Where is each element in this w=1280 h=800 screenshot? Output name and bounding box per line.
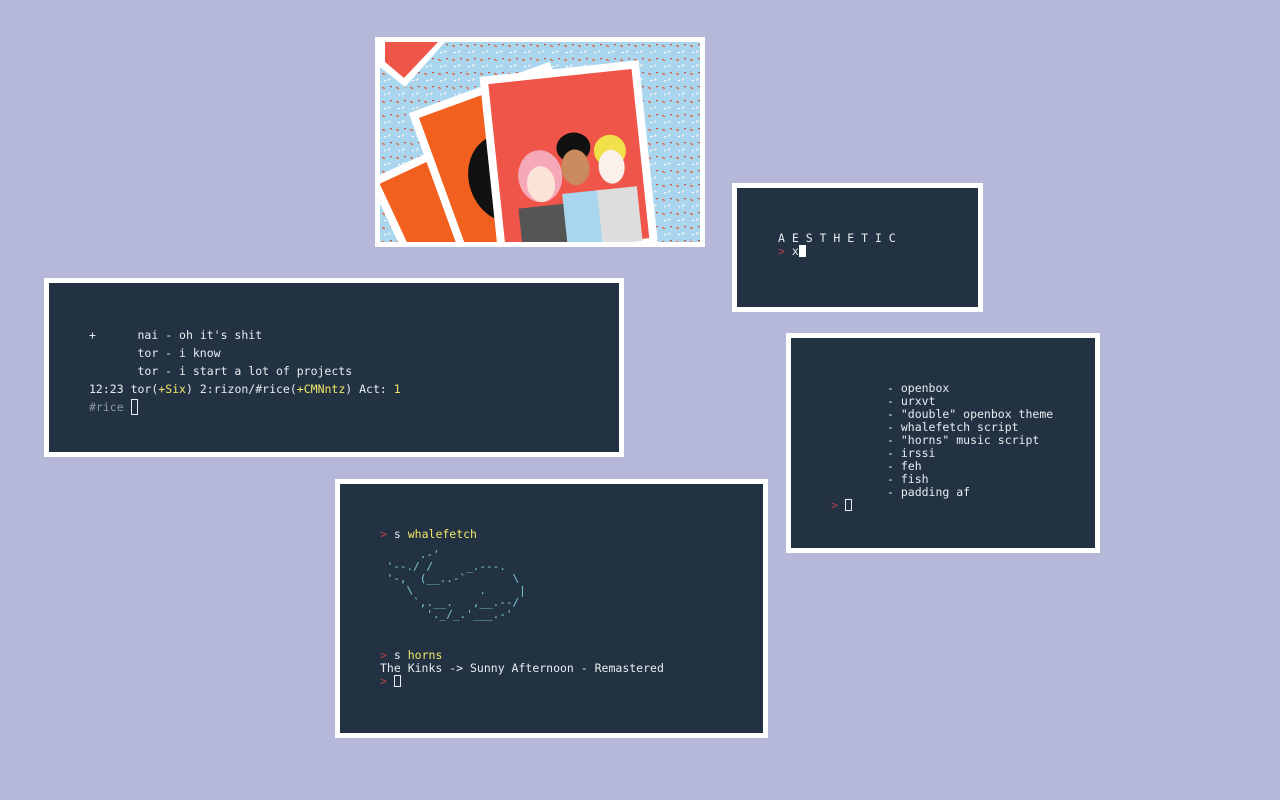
polaroid-illustration-icon <box>380 42 700 242</box>
prompt-symbol: > <box>778 244 785 258</box>
terminal-cursor <box>393 675 401 687</box>
irc-message: tor - i start a lot of projects <box>137 364 353 378</box>
setup-list: - openbox - urxvt - "double" openbox the… <box>831 382 1095 499</box>
status-act-label: Act: <box>359 382 387 396</box>
irc-nick: tor <box>137 364 159 378</box>
command-prefix: s <box>393 648 401 662</box>
irc-status-bar: 12:23 tor(+Six) 2:rizon/#rice(+CMNntz) A… <box>89 382 401 396</box>
prompt-symbol: > <box>380 674 387 688</box>
command-name: horns <box>407 648 443 662</box>
main-prompt-line[interactable]: > <box>380 675 763 688</box>
terminal-cursor <box>798 245 806 257</box>
command-prefix: s <box>393 527 401 541</box>
whale-ascii-art: .-' '--./ / _.---. '-, (__..-` \ \ . | `… <box>386 548 526 621</box>
terminal-cursor <box>844 499 852 511</box>
prompt-input[interactable]: x <box>792 244 799 258</box>
setup-list-terminal-window[interactable]: - openbox - urxvt - "double" openbox the… <box>786 333 1100 553</box>
irc-text: oh it's shit <box>179 328 263 342</box>
list-item: - feh <box>887 459 922 473</box>
aesthetic-terminal-window[interactable]: A E S T H E T I C > x <box>732 183 983 312</box>
list-item: - padding af <box>887 485 971 499</box>
irc-marker: + <box>89 328 96 342</box>
irc-text: i know <box>179 346 221 360</box>
list-item: - "horns" music script <box>887 433 1040 447</box>
irc-message: + nai - oh it's shit <box>89 328 263 342</box>
irc-input-line[interactable]: #rice <box>89 398 619 416</box>
prompt-symbol: > <box>380 648 387 662</box>
status-mode: +Six <box>158 382 186 396</box>
status-time: 12:23 <box>89 382 124 396</box>
terminal-cursor <box>130 399 138 415</box>
status-chanmode: +CMNntz <box>296 382 346 396</box>
command-name: whalefetch <box>407 527 477 541</box>
aesthetic-prompt-line[interactable]: > x <box>778 245 978 258</box>
prompt-symbol: > <box>380 527 387 541</box>
now-playing-text: The Kinks -> Sunny Afternoon - Remastere… <box>380 661 664 675</box>
list-prompt-line[interactable]: > <box>831 499 1095 512</box>
command-line: > s whalefetch <box>380 528 763 541</box>
wallpaper-artwork <box>375 37 705 247</box>
list-item: - openbox <box>887 381 950 395</box>
irc-nick: tor <box>137 346 159 360</box>
input-channel: #rice <box>89 400 124 414</box>
irc-nick: nai <box>137 328 159 342</box>
status-window: 2:rizon/#rice <box>199 382 290 396</box>
status-nick: tor <box>130 382 152 396</box>
whalefetch-terminal-window[interactable]: > s whalefetch .-' '--./ / _.---. '-, (_… <box>335 479 768 738</box>
list-item: - irssi <box>887 446 936 460</box>
irc-text: i start a lot of projects <box>179 364 353 378</box>
aesthetic-title: A E S T H E T I C <box>778 231 896 245</box>
status-act-value: 1 <box>393 382 401 396</box>
irc-message: tor - i know <box>137 346 221 360</box>
irssi-terminal-window[interactable]: + nai - oh it's shit tor - i know tor - … <box>44 278 624 457</box>
prompt-symbol: > <box>831 498 838 512</box>
